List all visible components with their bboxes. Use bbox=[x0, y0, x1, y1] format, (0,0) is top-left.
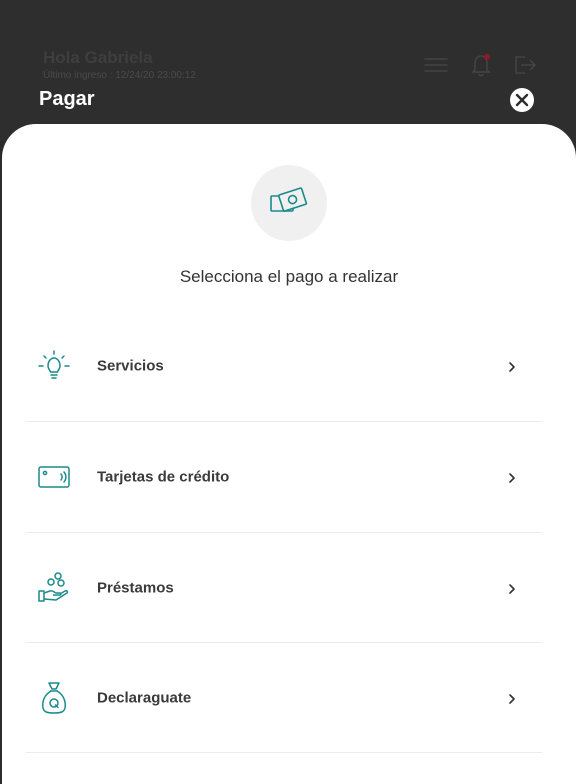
hero-icon-circle bbox=[251, 165, 327, 241]
option-label: Servicios bbox=[97, 357, 164, 375]
page-title: Pagar bbox=[39, 88, 95, 110]
notification-dot bbox=[484, 54, 490, 60]
lightbulb-icon bbox=[36, 348, 72, 384]
option-prestamos[interactable]: Préstamos bbox=[26, 533, 542, 643]
credit-card-icon bbox=[36, 459, 72, 495]
money-bag-icon bbox=[36, 680, 72, 716]
hand-coins-icon bbox=[36, 570, 72, 606]
sheet-subtitle: Selecciona el pago a realizar bbox=[179, 267, 399, 286]
chevron-right-icon bbox=[506, 471, 518, 483]
option-tarjetas[interactable]: Tarjetas de crédito bbox=[26, 422, 542, 532]
close-icon bbox=[515, 93, 529, 107]
option-servicios[interactable]: Servicios bbox=[26, 311, 542, 421]
bell-icon[interactable] bbox=[467, 52, 495, 78]
option-label: Préstamos bbox=[97, 579, 174, 597]
money-bills-icon bbox=[270, 187, 308, 212]
menu-icon[interactable] bbox=[422, 52, 450, 78]
app-header: Hola Gabriela Último ingreso : 12/24/20 … bbox=[0, 0, 576, 140]
greeting-text: Hola Gabriela bbox=[43, 48, 153, 67]
chevron-right-icon bbox=[506, 360, 518, 372]
divider bbox=[26, 752, 542, 753]
option-label: Tarjetas de crédito bbox=[97, 468, 230, 486]
chevron-right-icon bbox=[506, 582, 518, 594]
chevron-right-icon bbox=[506, 692, 518, 704]
last-login-text: Último ingreso : 12/24/20 23:00:12 bbox=[43, 70, 196, 81]
option-label: Declaraguate bbox=[97, 689, 192, 707]
close-button[interactable] bbox=[510, 88, 534, 112]
option-declaraguate[interactable]: Declaraguate bbox=[26, 643, 542, 753]
logout-icon[interactable] bbox=[511, 52, 539, 78]
